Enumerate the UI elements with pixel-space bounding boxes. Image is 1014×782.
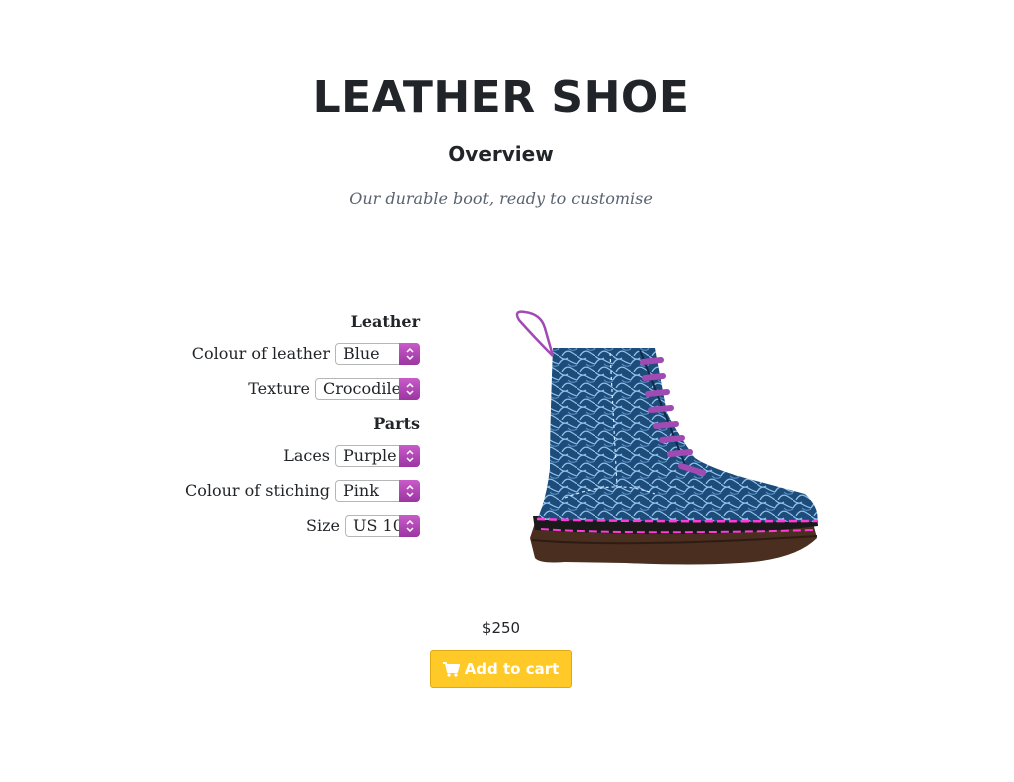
customisation-options: Leather Colour of leather Blue Texture C… — [150, 308, 420, 543]
colour-of-leather-value: Blue — [343, 344, 380, 363]
texture-value: Crocodile — [323, 379, 402, 398]
product-tagline: Our durable boot, ready to customise — [349, 189, 653, 208]
product-title: LEATHER SHOE — [312, 72, 690, 123]
size-select[interactable]: US 10 — [345, 514, 420, 537]
select-arrows-icon — [399, 444, 420, 467]
leather-section-heading: Leather — [350, 312, 420, 331]
size-label: Size — [306, 516, 340, 535]
texture-row: Texture Crocodile — [150, 371, 420, 406]
select-arrows-icon — [399, 377, 420, 400]
colour-of-leather-label: Colour of leather — [191, 344, 330, 363]
colour-of-stitching-row: Colour of stiching Pink — [150, 473, 420, 508]
colour-of-leather-row: Colour of leather Blue — [150, 336, 420, 371]
texture-label: Texture — [248, 379, 310, 398]
select-arrows-icon — [399, 479, 420, 502]
laces-row: Laces Purple — [150, 438, 420, 473]
price-label: $250 — [481, 619, 521, 637]
texture-select[interactable]: Crocodile — [315, 377, 420, 400]
select-arrows-icon — [399, 514, 420, 537]
laces-value: Purple — [343, 446, 397, 465]
parts-section-heading: Parts — [373, 414, 420, 433]
size-value: US 10 — [353, 516, 403, 535]
add-to-cart-label: Add to cart — [464, 660, 560, 678]
size-row: Size US 10 — [150, 508, 420, 543]
product-subtitle: Overview — [448, 142, 554, 166]
laces-label: Laces — [283, 446, 330, 465]
boot-preview-image — [515, 310, 818, 565]
cart-icon — [442, 661, 460, 677]
add-to-cart-button[interactable]: Add to cart — [430, 650, 572, 688]
colour-of-stitching-label: Colour of stiching — [185, 481, 330, 500]
colour-of-leather-select[interactable]: Blue — [335, 342, 420, 365]
colour-of-stitching-value: Pink — [343, 481, 379, 500]
laces-select[interactable]: Purple — [335, 444, 420, 467]
select-arrows-icon — [399, 342, 420, 365]
colour-of-stitching-select[interactable]: Pink — [335, 479, 420, 502]
